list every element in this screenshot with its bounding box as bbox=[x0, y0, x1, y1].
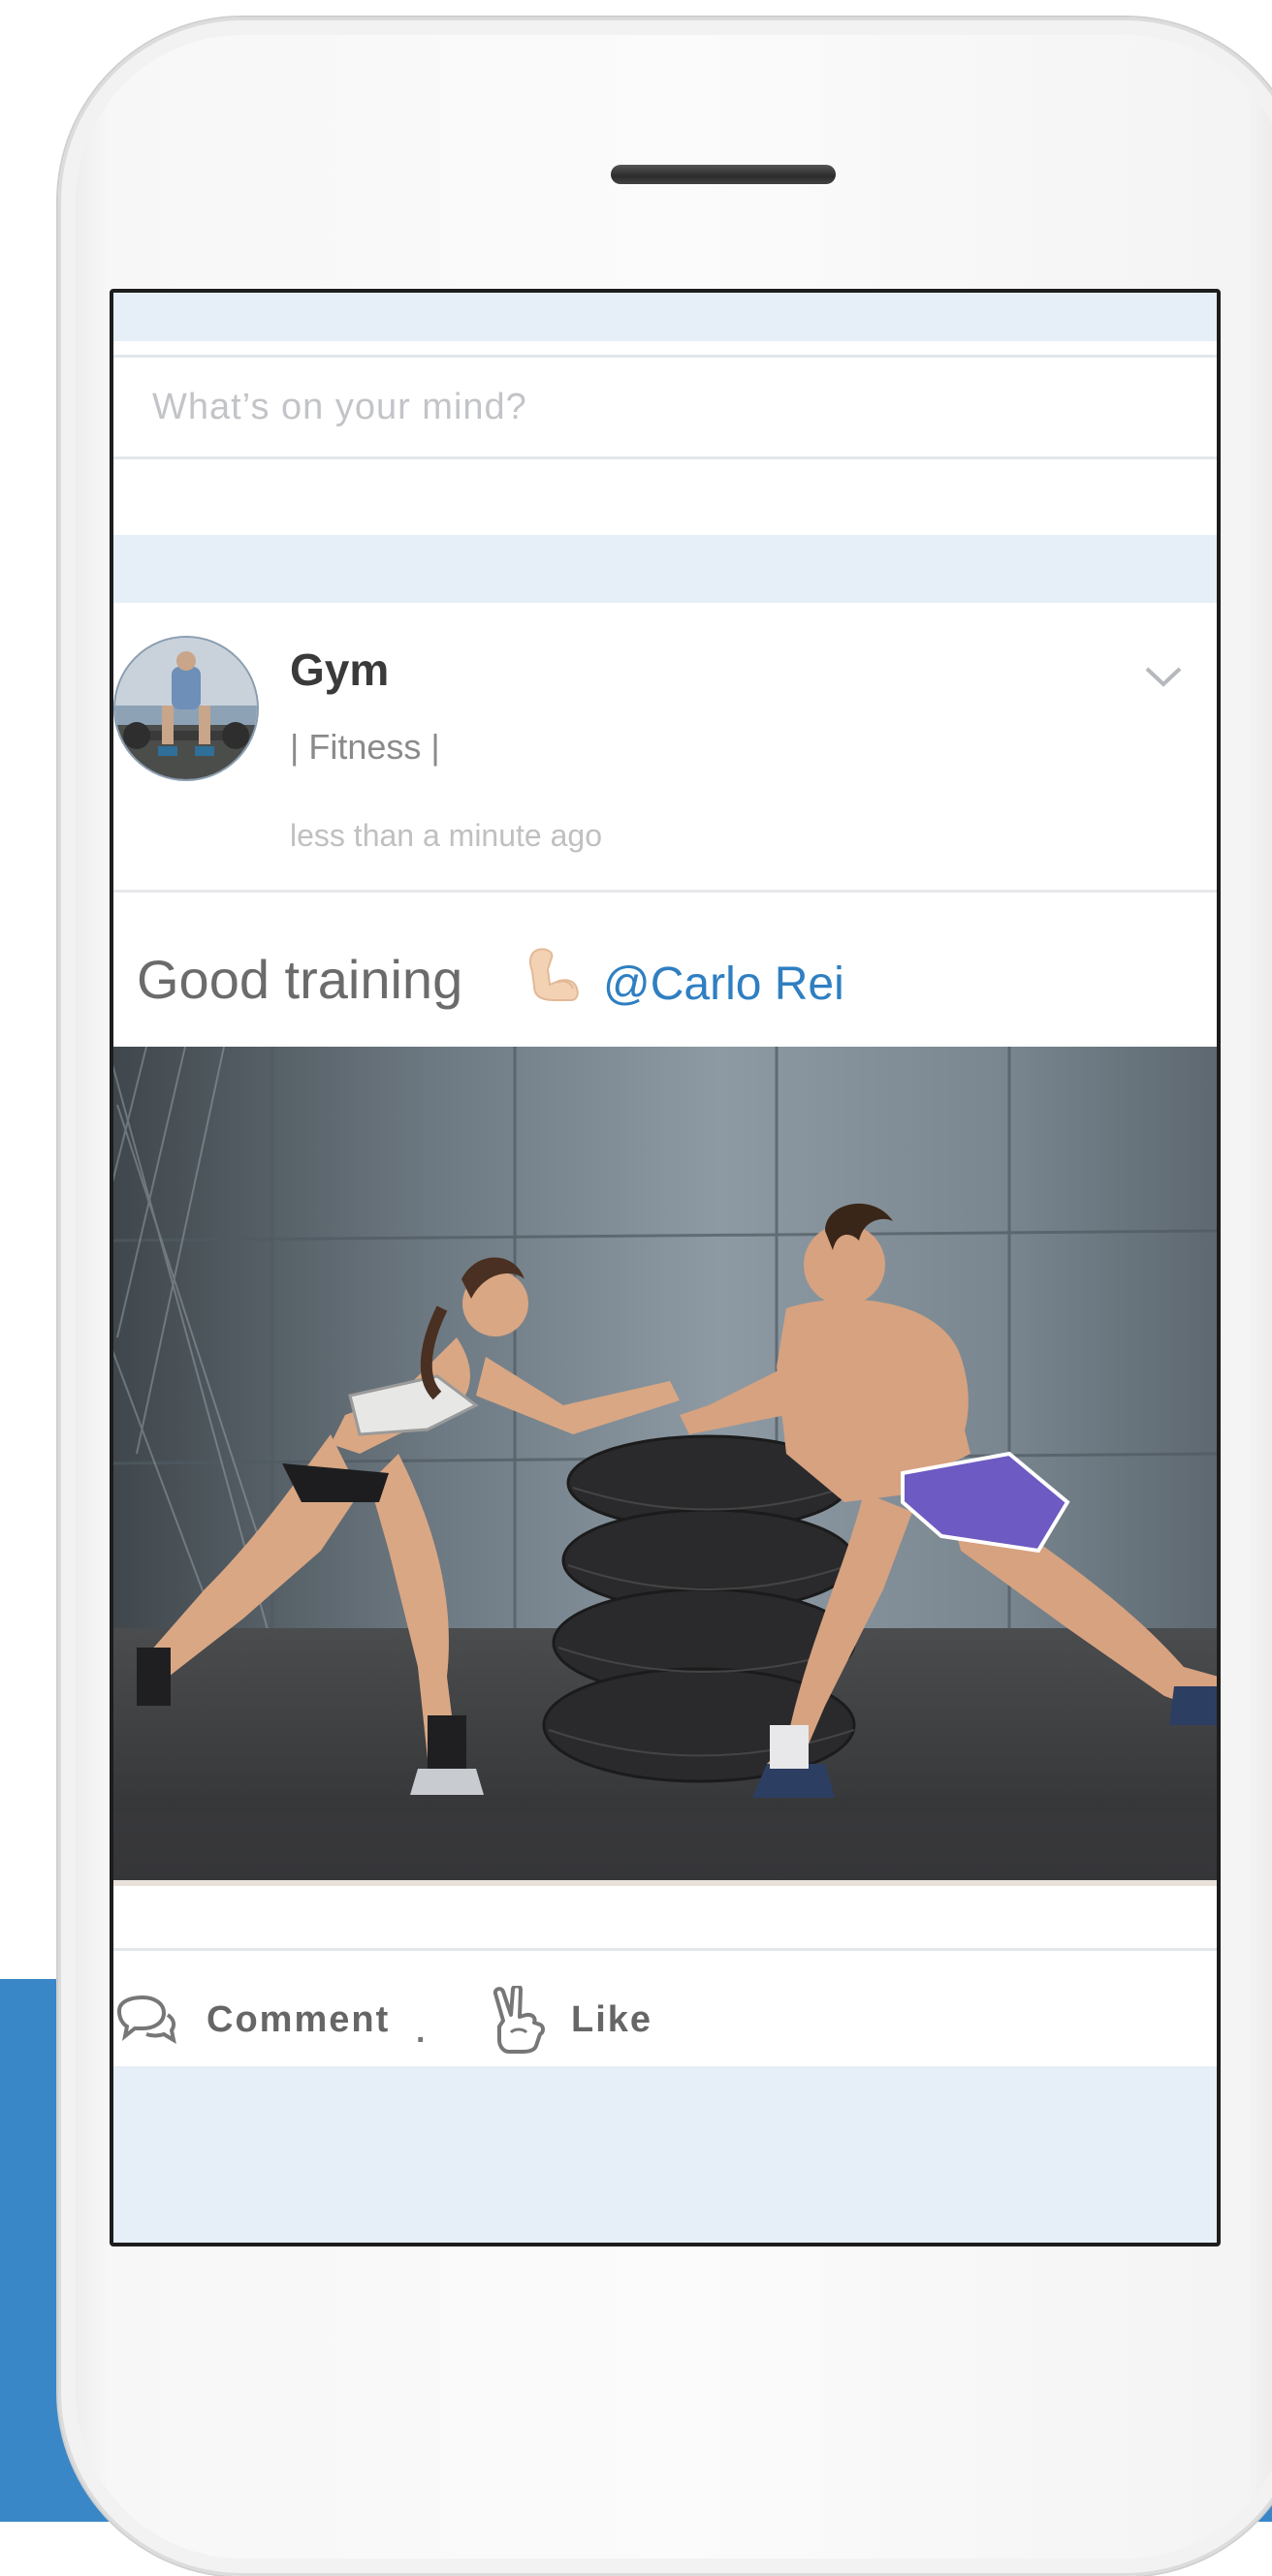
chevron-down-icon[interactable] bbox=[1139, 657, 1188, 696]
status-input[interactable] bbox=[113, 355, 1217, 459]
phone-speaker bbox=[611, 165, 836, 184]
avatar-image bbox=[115, 638, 257, 779]
flexed-biceps-icon bbox=[521, 944, 581, 1006]
feed-gap bbox=[113, 535, 1217, 603]
post-author[interactable]: Gym bbox=[290, 644, 389, 696]
post-timestamp: less than a minute ago bbox=[290, 818, 602, 853]
comment-icon bbox=[116, 1995, 176, 2045]
gym-photo-image bbox=[113, 1047, 1217, 1880]
like-label: Like bbox=[571, 1998, 653, 2040]
post-header-divider bbox=[113, 890, 1217, 893]
app-screen: Gym | Fitness | less than a minute ago G… bbox=[110, 289, 1221, 2246]
post-card: Gym | Fitness | less than a minute ago G… bbox=[113, 603, 1217, 2105]
post-photo[interactable] bbox=[113, 1047, 1217, 1886]
compose-box bbox=[113, 341, 1217, 487]
peace-hand-icon bbox=[493, 1986, 545, 2054]
action-separator: . bbox=[416, 2013, 426, 2050]
like-button[interactable]: Like bbox=[488, 1986, 652, 2054]
comment-label: Comment bbox=[207, 1998, 391, 2040]
user-mention-link[interactable]: @Carlo Rei bbox=[603, 958, 844, 1011]
top-feed-strip bbox=[113, 293, 1217, 341]
comment-button[interactable]: Comment bbox=[113, 1986, 390, 2054]
post-category: | Fitness | bbox=[290, 727, 440, 767]
post-text: Good training bbox=[137, 949, 463, 1010]
feed-bottom-area bbox=[113, 2066, 1217, 2243]
avatar[interactable] bbox=[113, 636, 259, 781]
